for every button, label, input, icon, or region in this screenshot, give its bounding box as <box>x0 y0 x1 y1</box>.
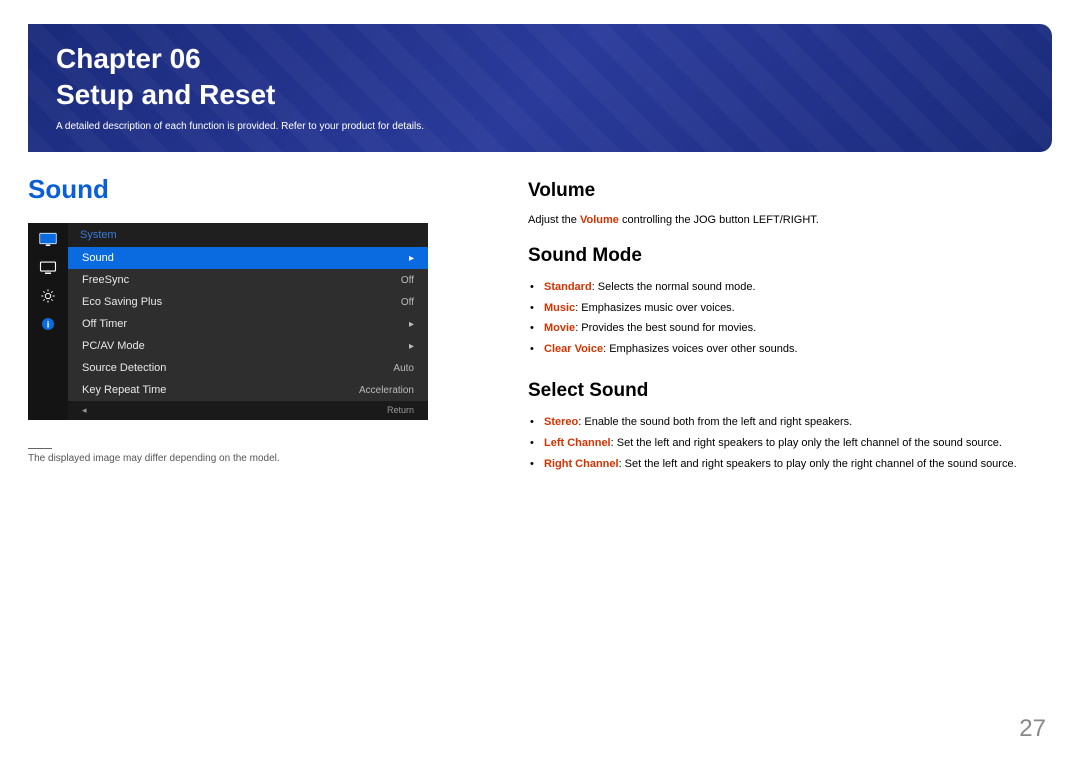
osd-row-label: Eco Saving Plus <box>82 296 162 308</box>
osd-row-label: Off Timer <box>82 318 127 330</box>
page-number: 27 <box>1019 715 1046 743</box>
osd-menu-mockup: i System Sound ▸ FreeSync Off Eco Saving… <box>28 223 428 420</box>
heading-sound-mode: Sound Mode <box>528 245 1052 267</box>
volume-description: Adjust the Volume controlling the JOG bu… <box>528 212 1052 229</box>
osd-return-label: Return <box>387 405 414 416</box>
select-sound-list: Stereo: Enable the sound both from the l… <box>528 412 1052 475</box>
osd-row-label: Key Repeat Time <box>82 384 166 396</box>
chevron-right-icon: ▸ <box>409 341 414 352</box>
chevron-right-icon: ▸ <box>409 319 414 330</box>
osd-row-sound: Sound ▸ <box>68 247 428 269</box>
osd-row-label: FreeSync <box>82 274 129 286</box>
sound-mode-list: Standard: Selects the normal sound mode.… <box>528 277 1052 361</box>
osd-sidebar: i <box>28 223 68 420</box>
chevron-left-icon: ◂ <box>82 405 87 416</box>
chevron-right-icon: ▸ <box>409 253 414 264</box>
list-item: Movie: Provides the best sound for movie… <box>544 318 1052 339</box>
osd-row-label: Sound <box>82 252 114 264</box>
footnote-divider <box>28 448 52 449</box>
list-item: Left Channel: Set the left and right spe… <box>544 433 1052 454</box>
osd-row-pcavmode: PC/AV Mode ▸ <box>68 335 428 357</box>
osd-row-value: Off <box>401 297 414 308</box>
chapter-title: Setup and Reset <box>56 78 1024 112</box>
osd-row-sourcedetect: Source Detection Auto <box>68 357 428 379</box>
osd-row-keyrepeat: Key Repeat Time Acceleration <box>68 379 428 401</box>
svg-text:i: i <box>47 320 50 330</box>
list-item: Music: Emphasizes music over voices. <box>544 298 1052 319</box>
heading-select-sound: Select Sound <box>528 380 1052 402</box>
display-icon <box>37 259 59 277</box>
info-icon: i <box>37 315 59 333</box>
footnote-text: The displayed image may differ depending… <box>28 453 488 464</box>
osd-row-value: Acceleration <box>359 385 414 396</box>
chapter-banner: Chapter 06 Setup and Reset A detailed de… <box>28 24 1052 152</box>
section-heading-sound: Sound <box>28 174 488 205</box>
osd-row-offtimer: Off Timer ▸ <box>68 313 428 335</box>
list-item: Right Channel: Set the left and right sp… <box>544 454 1052 475</box>
monitor-icon <box>37 231 59 249</box>
list-item: Stereo: Enable the sound both from the l… <box>544 412 1052 433</box>
chapter-subtitle: A detailed description of each function … <box>56 121 1024 132</box>
chapter-number: Chapter 06 <box>56 42 1024 76</box>
list-item: Standard: Selects the normal sound mode. <box>544 277 1052 298</box>
osd-row-freesync: FreeSync Off <box>68 269 428 291</box>
heading-volume: Volume <box>528 180 1052 202</box>
osd-row-label: PC/AV Mode <box>82 340 145 352</box>
osd-row-value: Off <box>401 275 414 286</box>
gear-icon <box>37 287 59 305</box>
osd-row-value: Auto <box>393 363 414 374</box>
osd-row-ecosaving: Eco Saving Plus Off <box>68 291 428 313</box>
osd-footer: ◂ Return <box>68 401 428 420</box>
osd-row-label: Source Detection <box>82 362 166 374</box>
list-item: Clear Voice: Emphasizes voices over othe… <box>544 339 1052 360</box>
osd-header: System <box>68 223 428 247</box>
